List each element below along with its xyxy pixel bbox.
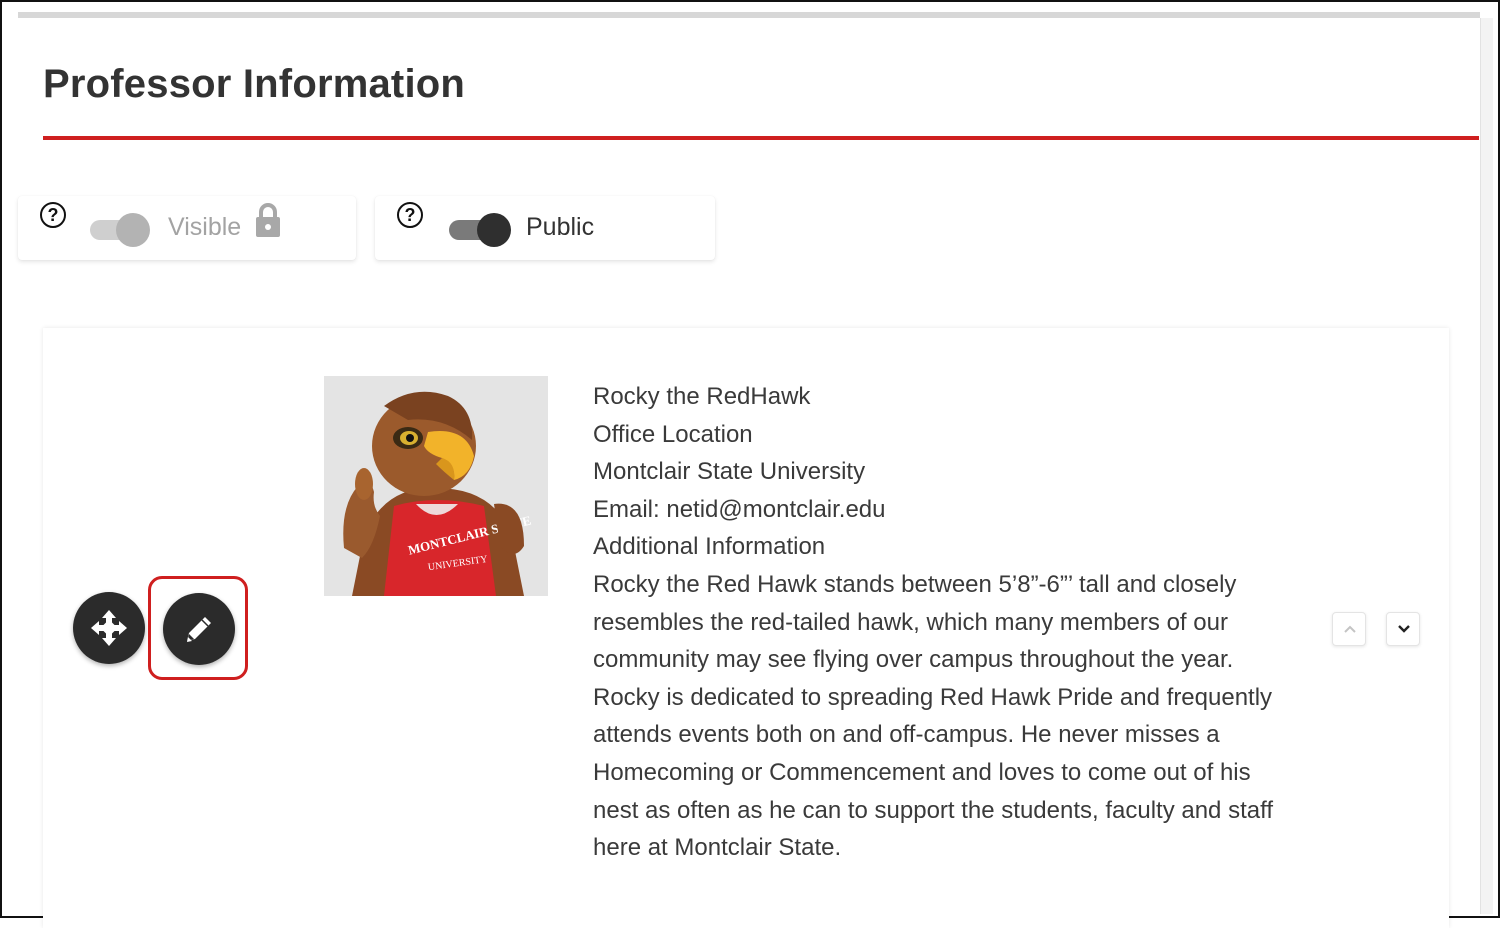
visible-label: Visible <box>168 213 242 241</box>
professor-info: Rocky the RedHawk Office Location Montcl… <box>593 378 1293 867</box>
top-divider <box>18 12 1480 18</box>
help-circle-icon[interactable]: ? <box>40 202 66 228</box>
help-circle-icon[interactable]: ? <box>397 202 423 228</box>
edit-button[interactable] <box>163 593 235 665</box>
visible-toggle-card: ? Visible <box>18 196 356 260</box>
email: Email: netid@montclair.edu <box>593 495 886 523</box>
mascot-image: MONTCLAIR STATE UNIVERSITY <box>324 376 548 596</box>
move-icon <box>91 610 127 646</box>
additional-info-heading: Additional Information <box>593 533 826 561</box>
move-up-button[interactable] <box>1332 612 1366 646</box>
switch-knob <box>477 213 511 247</box>
additional-info-text: Rocky the Red Hawk stands between 5’8”-6… <box>593 570 1273 862</box>
scrollbar[interactable] <box>1480 18 1493 914</box>
visible-switch[interactable] <box>86 212 152 247</box>
public-switch[interactable] <box>445 212 511 247</box>
pencil-icon <box>187 617 211 642</box>
office-location: Office Location <box>593 420 753 448</box>
public-label: Public <box>526 213 595 241</box>
chevron-down-icon <box>1398 625 1410 633</box>
move-down-button[interactable] <box>1386 612 1420 646</box>
page-title: Professor Information <box>43 62 466 106</box>
professor-name: Rocky the RedHawk <box>593 383 811 410</box>
public-toggle-card: ? Public <box>375 196 715 260</box>
lock-icon <box>256 203 280 237</box>
move-button[interactable] <box>73 592 145 664</box>
title-underline <box>43 136 1479 140</box>
profile-photo: MONTCLAIR STATE UNIVERSITY <box>324 376 548 596</box>
chevron-up-icon <box>1344 625 1356 633</box>
switch-knob <box>116 213 150 247</box>
university-name: Montclair State University <box>593 458 866 486</box>
